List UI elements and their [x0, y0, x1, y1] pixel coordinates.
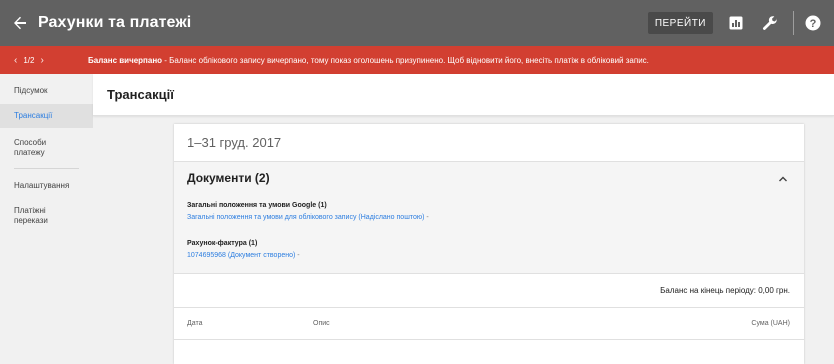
help-icon[interactable]: ?: [800, 10, 826, 36]
alert-pager-count: 1/2: [23, 55, 35, 65]
sidebar-item-payment-transfers[interactable]: Платіжні перекази: [0, 199, 66, 233]
wrench-icon[interactable]: [757, 10, 783, 36]
sidebar: Підсумок Трансакції Способи платежу Нала…: [0, 74, 93, 364]
documents-section: Документи (2) Загальні положення та умов…: [174, 162, 804, 274]
doc-group-invoice-title: Рахунок-фактура (1): [187, 240, 258, 247]
prev-alert-icon[interactable]: ‹: [14, 55, 17, 66]
next-alert-icon[interactable]: ›: [40, 55, 43, 66]
svg-text:?: ?: [810, 18, 817, 30]
closing-balance: Баланс на кінець періоду: 0,00 грн.: [174, 274, 804, 308]
page-title: Трансакції: [107, 87, 174, 102]
doc-group-invoice-row: 1074695968 (Документ створено) -: [187, 252, 300, 259]
top-actions: ПЕРЕЙТИ ?: [647, 0, 834, 46]
sidebar-item-summary[interactable]: Підсумок: [0, 78, 93, 104]
alert-message: Баланс вичерпано - Баланс облікового зап…: [88, 56, 649, 65]
sidebar-divider: [14, 168, 79, 169]
goto-button[interactable]: ПЕРЕЙТИ: [647, 12, 713, 34]
top-app-bar: Рахунки та платежі ПЕРЕЙТИ ?: [0, 0, 834, 46]
chevron-up-icon[interactable]: [776, 172, 790, 186]
terms-document-dash: -: [426, 214, 429, 221]
reports-icon[interactable]: [723, 10, 749, 36]
column-header-amount: Сума (UAH): [751, 320, 790, 327]
alert-title: Баланс вичерпано: [88, 55, 163, 65]
doc-group-terms-row: Загальні положення та умови для обліково…: [187, 214, 429, 221]
sidebar-item-transactions[interactable]: Трансакції: [0, 104, 93, 128]
sidebar-item-settings[interactable]: Налаштування: [0, 173, 93, 199]
page-header: Трансакції: [93, 74, 834, 116]
app-title: Рахунки та платежі: [38, 14, 192, 31]
invoice-document-dash: -: [297, 252, 300, 259]
sidebar-item-payment-methods[interactable]: Способи платежу: [0, 128, 70, 168]
back-arrow-icon[interactable]: [10, 13, 30, 33]
terms-document-link[interactable]: Загальні положення та умови для обліково…: [187, 214, 424, 221]
alert-body: - Баланс облікового запису вичерпано, то…: [162, 55, 649, 65]
column-header-date: Дата: [187, 320, 203, 327]
account-alert-bar: ‹ 1/2 › Баланс вичерпано - Баланс обліко…: [0, 46, 834, 74]
doc-group-terms-title: Загальні положення та умови Google (1): [187, 202, 327, 209]
transactions-card: 1–31 груд. 2017 Документи (2) Загальні п…: [174, 124, 804, 364]
column-header-description: Опис: [313, 320, 330, 327]
period-label: 1–31 груд. 2017: [174, 124, 804, 162]
documents-title: Документи (2): [187, 171, 270, 185]
alert-pager: ‹ 1/2 ›: [14, 55, 88, 66]
transactions-table-header: Дата Опис Сума (UAH): [174, 308, 804, 340]
invoice-document-link[interactable]: 1074695968 (Документ створено): [187, 252, 295, 259]
toolbar-divider: [793, 11, 794, 35]
